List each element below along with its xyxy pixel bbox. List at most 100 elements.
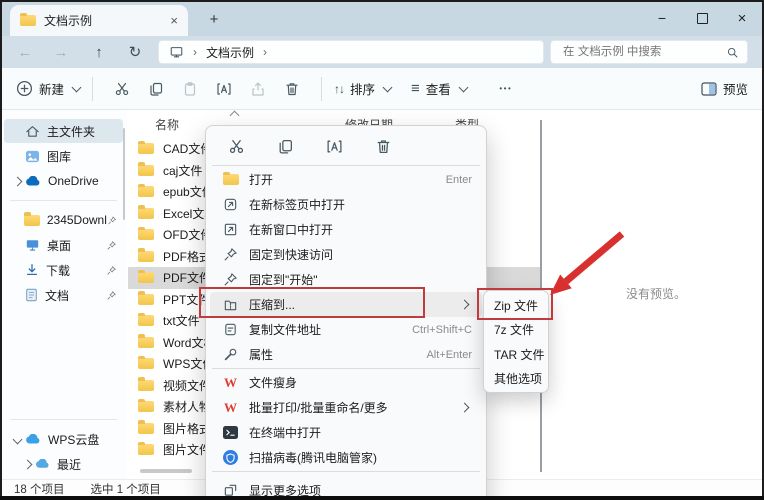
sidebar-item-onedrive[interactable]: OneDrive — [4, 169, 123, 193]
menu-item-label: 打开 — [249, 171, 273, 188]
menu-item-label: 在终端中打开 — [249, 424, 321, 441]
share-button[interactable] — [241, 74, 275, 104]
back-button[interactable]: ← — [10, 36, 40, 68]
menu-item-open[interactable]: 打开 Enter — [210, 167, 482, 192]
submenu-item-other[interactable]: 其他选项 — [484, 367, 548, 392]
sidebar-item-home[interactable]: 主文件夹 — [4, 119, 123, 143]
chevron-right-icon: › — [193, 45, 197, 59]
new-tab-button[interactable]: + — [202, 8, 226, 30]
rename-button[interactable] — [207, 74, 241, 104]
menu-separator — [212, 165, 480, 166]
sidebar-item-gallery[interactable]: 图库 — [4, 144, 123, 168]
submenu-item-label: Zip 文件 — [494, 297, 538, 314]
menu-item-label: 固定到"开始" — [249, 271, 318, 288]
submenu-item-tar[interactable]: TAR 文件 — [484, 342, 548, 367]
paste-button[interactable] — [173, 74, 207, 104]
file-name: 图片格式 — [163, 420, 211, 437]
cut-icon — [228, 138, 245, 155]
menu-separator — [212, 471, 480, 472]
folder-icon — [138, 337, 154, 348]
folder-icon — [138, 229, 154, 240]
menu-item-show-more-options[interactable]: 显示更多选项 — [210, 478, 482, 500]
cut-button[interactable] — [105, 74, 139, 104]
gallery-icon — [25, 150, 40, 163]
sort-button[interactable]: ↑↓ 排序 — [334, 79, 391, 98]
open-new-window-icon — [222, 221, 239, 238]
breadcrumb-item[interactable]: 文档示例 — [206, 44, 254, 61]
menu-item-compress-to[interactable]: 压缩到... — [210, 292, 482, 317]
menu-item-pin-start[interactable]: 固定到"开始" — [210, 267, 482, 292]
sidebar-item-2345download[interactable]: 2345Downlo — [4, 208, 123, 232]
rename-button[interactable] — [322, 134, 346, 158]
selected-count: 选中 1 个项目 — [91, 481, 161, 497]
sidebar-item-recent[interactable]: 最近 — [4, 452, 123, 476]
minimize-button[interactable]: − — [642, 2, 682, 34]
sidebar-item-documents[interactable]: 文档 — [4, 283, 123, 307]
submenu-chevron-icon — [460, 300, 470, 310]
document-icon — [25, 288, 38, 302]
menu-item-open-new-window[interactable]: 在新窗口中打开 — [210, 217, 482, 242]
submenu-item-7z[interactable]: 7z 文件 — [484, 318, 548, 343]
trash-icon — [284, 81, 300, 97]
more-options-button[interactable]: ••• — [489, 74, 523, 104]
preview-toggle-button[interactable]: 预览 — [701, 79, 748, 98]
column-header-name[interactable]: 名称 — [155, 116, 179, 133]
sidebar-scrollbar[interactable] — [123, 128, 125, 220]
sidebar-item-label: 桌面 — [47, 237, 71, 254]
view-icon: ≡ — [411, 80, 420, 97]
sort-ascending-icon — [230, 111, 240, 121]
menu-item-pin-quick-access[interactable]: 固定到快速访问 — [210, 242, 482, 267]
context-menu: 打开 Enter 在新标签页中打开 在新窗口中打开 固定到快速访问 固定到" — [205, 125, 487, 500]
tab-close-icon[interactable]: × — [170, 14, 178, 27]
horizontal-scrollbar[interactable] — [140, 469, 192, 473]
delete-button[interactable] — [275, 74, 309, 104]
explorer-tab[interactable]: 文档示例 × — [10, 5, 188, 36]
menu-item-open-terminal[interactable]: 在终端中打开 — [210, 420, 482, 445]
sidebar-item-desktop[interactable]: 桌面 — [4, 233, 123, 257]
new-button[interactable]: 新建 — [16, 79, 80, 98]
plus-circle-icon — [16, 80, 33, 97]
menu-item-scan-virus[interactable]: 扫描病毒(腾讯电脑管家) — [210, 445, 482, 470]
folder-icon — [138, 251, 154, 262]
menu-item-wps-slim[interactable]: W 文件瘦身 — [210, 370, 482, 395]
sidebar-item-downloads[interactable]: 下载 — [4, 258, 123, 282]
maximize-button[interactable] — [682, 2, 722, 34]
menu-item-open-new-tab[interactable]: 在新标签页中打开 — [210, 192, 482, 217]
breadcrumb[interactable]: › 文档示例 › — [158, 40, 544, 64]
menu-item-wps-batch[interactable]: W 批量打印/批量重命名/更多 — [210, 395, 482, 420]
submenu-item-label: 7z 文件 — [494, 321, 534, 338]
menu-item-properties[interactable]: 属性 Alt+Enter — [210, 342, 482, 367]
menu-item-label: 在新窗口中打开 — [249, 221, 333, 238]
sidebar-item-label: 主文件夹 — [47, 123, 95, 140]
copy-icon — [148, 81, 164, 97]
search-box[interactable] — [550, 40, 748, 64]
submenu-item-zip[interactable]: Zip 文件 — [484, 293, 548, 318]
view-button[interactable]: ≡ 查看 — [411, 79, 467, 98]
menu-item-copy-path[interactable]: 复制文件地址 Ctrl+Shift+C — [210, 317, 482, 342]
copy-icon — [277, 138, 294, 155]
sidebar-item-label: OneDrive — [48, 174, 99, 188]
up-button[interactable]: ↑ — [84, 36, 114, 68]
refresh-button[interactable]: ↻ — [120, 36, 150, 68]
file-name: 视频文件 — [163, 377, 211, 394]
new-label: 新建 — [39, 79, 64, 98]
folder-icon — [138, 444, 154, 455]
delete-button[interactable] — [371, 134, 395, 158]
sidebar-item-wps-cloud[interactable]: WPS云盘 — [4, 427, 123, 451]
wps-icon: W — [222, 374, 239, 391]
chevron-down-icon — [72, 82, 82, 92]
sidebar-item-label: 文档 — [45, 287, 69, 304]
zip-archive-icon — [222, 296, 239, 313]
forward-button[interactable]: → — [46, 36, 76, 68]
cloud-icon — [35, 459, 50, 469]
pin-icon — [106, 240, 117, 251]
folder-icon — [138, 423, 154, 434]
copy-button[interactable] — [139, 74, 173, 104]
pin-icon — [222, 271, 239, 288]
preview-pane: 没有预览。 — [548, 110, 764, 481]
copy-button[interactable] — [273, 134, 297, 158]
menu-item-label: 扫描病毒(腾讯电脑管家) — [249, 449, 377, 466]
search-input[interactable] — [561, 45, 726, 59]
cut-button[interactable] — [224, 134, 248, 158]
close-button[interactable]: × — [722, 2, 762, 34]
